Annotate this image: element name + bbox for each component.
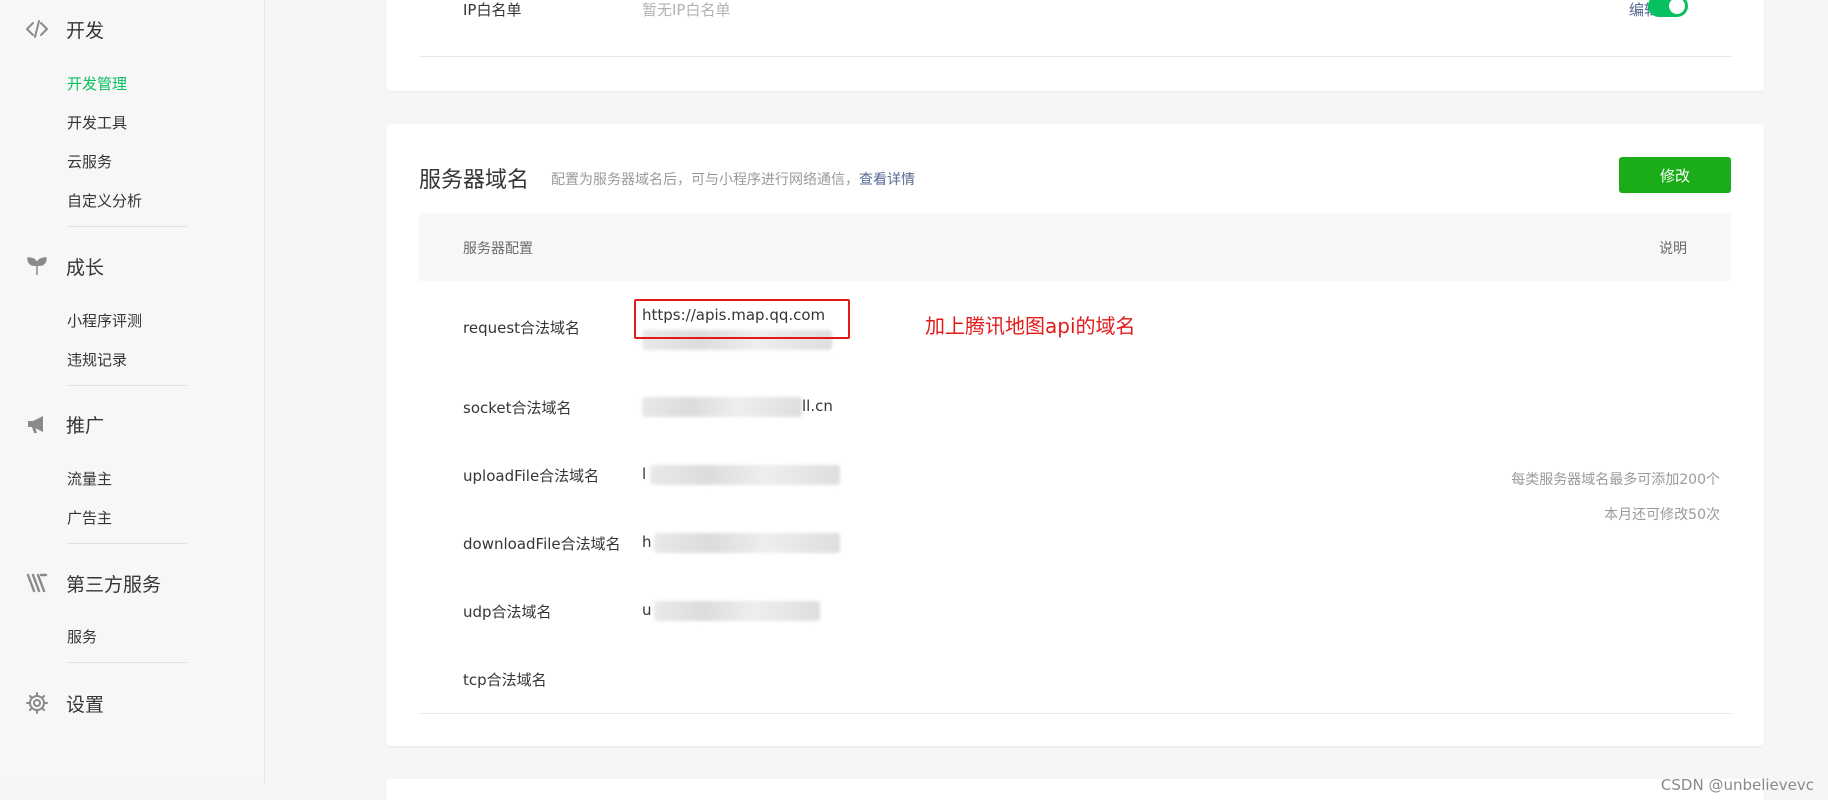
section-title-third-party: 第三方服务: [66, 573, 162, 596]
section-title-settings: 设置: [66, 693, 105, 716]
sidebar-item-cloud-service[interactable]: 云服务: [67, 151, 112, 172]
blurred-domain: [642, 397, 802, 417]
megaphone-icon: [25, 412, 49, 436]
remaining-changes-note: 本月还可修改50次: [1604, 507, 1720, 523]
blurred-domain: [650, 465, 840, 485]
modify-button[interactable]: 修改: [1619, 157, 1731, 193]
sidebar-divider: [67, 543, 187, 544]
sidebar-section-settings[interactable]: 设置: [25, 686, 104, 720]
sidebar-item-advertiser[interactable]: 广告主: [67, 507, 112, 528]
sidebar-item-dev-tools[interactable]: 开发工具: [67, 112, 127, 133]
next-card: [386, 779, 1764, 800]
divider: [419, 713, 1731, 714]
server-domain-description: 配置为服务器域名后，可与小程序进行网络通信，查看详情: [551, 169, 915, 189]
request-domain-label: request合法域名: [463, 319, 581, 337]
ip-whitelist-value: 暂无IP白名单: [642, 1, 731, 19]
sidebar-item-services[interactable]: 服务: [67, 626, 97, 647]
ip-whitelist-label: IP白名单: [463, 1, 522, 19]
sidebar-section-promotion[interactable]: 推广: [25, 407, 104, 441]
blurred-domain: [654, 601, 820, 621]
sidebar-divider: [67, 662, 187, 663]
view-details-link[interactable]: 查看详情: [859, 172, 915, 188]
section-title-promotion: 推广: [66, 414, 105, 437]
section-title-develop: 开发: [66, 19, 105, 42]
description-text: 配置为服务器域名后，可与小程序进行网络通信，: [551, 172, 859, 188]
sidebar-item-evaluation[interactable]: 小程序评测: [67, 310, 142, 331]
ip-whitelist-toggle[interactable]: [1648, 0, 1688, 17]
blurred-domain: [654, 533, 840, 553]
server-domain-card: 服务器域名 配置为服务器域名后，可与小程序进行网络通信，查看详情 修改 服务器配…: [386, 124, 1764, 746]
server-domain-title: 服务器域名: [419, 168, 530, 193]
third-party-icon: [25, 571, 49, 595]
gear-icon: [25, 691, 49, 715]
sprout-icon: [25, 254, 49, 278]
sidebar-item-custom-analysis[interactable]: 自定义分析: [67, 190, 142, 211]
code-icon: [25, 17, 49, 41]
sidebar-item-traffic-owner[interactable]: 流量主: [67, 468, 112, 489]
sidebar-divider: [67, 385, 187, 386]
downloadfile-domain-label: downloadFile合法域名: [463, 535, 621, 553]
ip-whitelist-card: IP白名单 暂无IP白名单 编辑: [386, 0, 1764, 91]
sidebar: 开发 开发管理 开发工具 云服务 自定义分析 成长 小程序评测 违规记录 推广 …: [0, 0, 265, 783]
uploadfile-domain-label: uploadFile合法域名: [463, 467, 600, 485]
udp-domain-label: udp合法域名: [463, 603, 552, 621]
sidebar-item-violations[interactable]: 违规记录: [67, 349, 127, 370]
header-note: 说明: [1659, 241, 1687, 257]
sidebar-section-develop[interactable]: 开发: [25, 12, 104, 46]
annotation-text: 加上腾讯地图api的域名: [925, 314, 1136, 338]
socket-domain-value: ll.cn: [802, 397, 833, 415]
uploadfile-domain-value: l: [642, 465, 647, 483]
downloadfile-domain-value: h: [642, 533, 652, 551]
sidebar-section-third-party[interactable]: 第三方服务: [25, 566, 161, 600]
divider: [419, 56, 1731, 57]
sidebar-section-growth[interactable]: 成长: [25, 249, 104, 283]
toggle-knob: [1669, 0, 1685, 14]
watermark: CSDN @unbelievevc: [1660, 776, 1814, 794]
tcp-domain-label: tcp合法域名: [463, 671, 547, 689]
table-header: 服务器配置 说明: [419, 213, 1731, 281]
annotation-highlight-box: [634, 299, 850, 339]
udp-domain-value: u: [642, 601, 652, 619]
sidebar-item-dev-management[interactable]: 开发管理: [67, 73, 127, 94]
limit-note: 每类服务器域名最多可添加200个: [1511, 472, 1720, 488]
sidebar-divider: [67, 226, 187, 227]
header-server-config: 服务器配置: [463, 241, 533, 257]
socket-domain-label: socket合法域名: [463, 399, 572, 417]
section-title-growth: 成长: [66, 256, 105, 279]
